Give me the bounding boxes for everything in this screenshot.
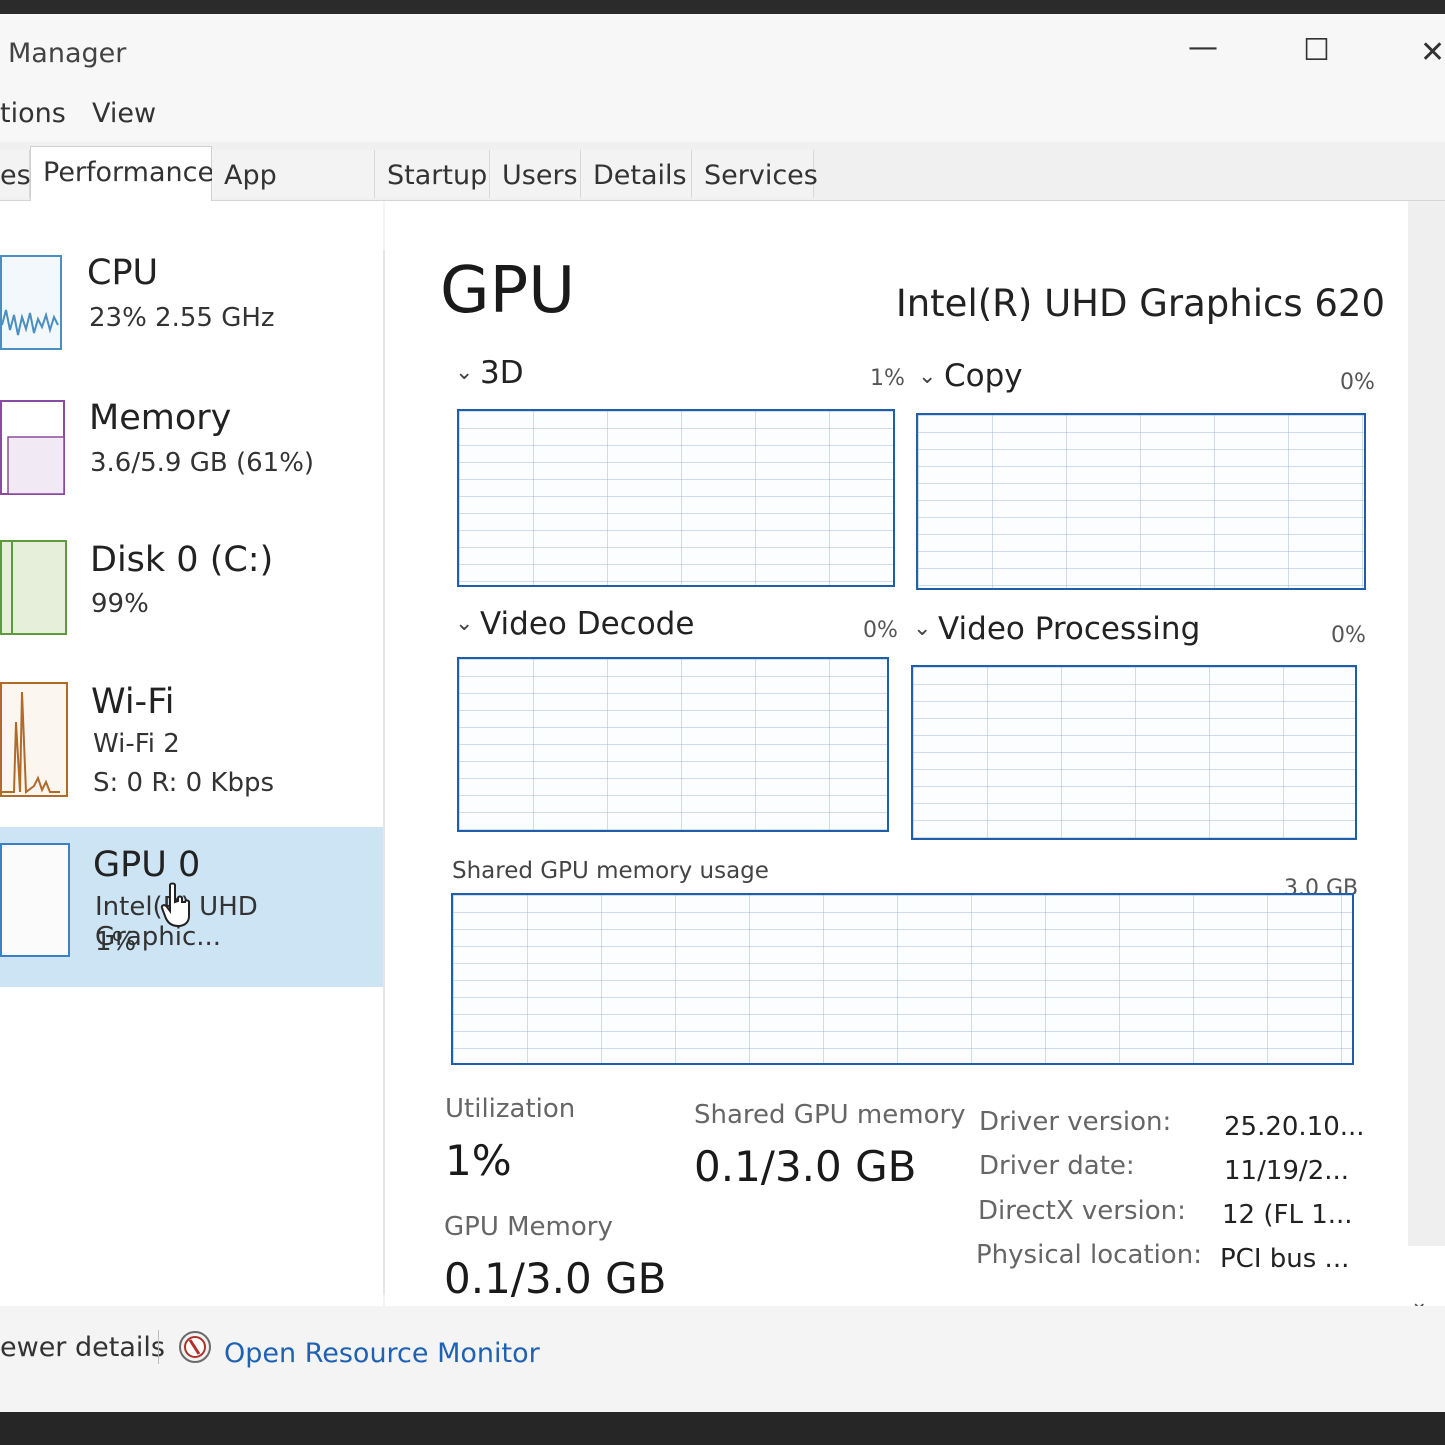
title-bar <box>0 14 1445 94</box>
vertical-scrollbar[interactable] <box>1408 201 1445 1246</box>
engine-3d-percent: 1% <box>870 366 905 391</box>
tab-app-history[interactable]: App history <box>212 150 375 243</box>
engine-video-processing-graph <box>911 665 1357 840</box>
chevron-down-icon[interactable]: ⌄ <box>918 364 936 389</box>
chevron-down-icon[interactable]: ⌄ <box>913 616 931 641</box>
shared-gpu-memory-value: 0.1/3.0 GB <box>694 1142 917 1191</box>
sidebar-disk-usage: 99% <box>91 589 149 619</box>
engine-copy-graph <box>916 413 1366 590</box>
tab-startup[interactable]: Startup <box>375 150 490 198</box>
sidebar-cpu-name: CPU <box>87 253 159 293</box>
sidebar-wifi-adapter: Wi-Fi 2 <box>93 729 180 759</box>
disk-thumbnail-graph <box>0 540 67 635</box>
chevron-down-icon[interactable]: ⌄ <box>455 360 473 385</box>
open-resource-monitor-link[interactable]: Open Resource Monitor <box>224 1338 540 1369</box>
engine-video-decode-label[interactable]: Video Decode <box>480 606 694 642</box>
engine-3d-label[interactable]: 3D <box>480 355 524 391</box>
driver-date-value: 11/19/2... <box>1224 1156 1350 1186</box>
shared-memory-graph <box>451 893 1354 1065</box>
engine-3d-graph <box>457 409 895 587</box>
close-button[interactable]: ✕ <box>1420 35 1445 70</box>
sidebar-item-memory[interactable]: Memory 3.6/5.9 GB (61%) <box>0 390 383 515</box>
engine-video-processing-percent: 0% <box>1331 623 1366 648</box>
sidebar-memory-usage: 3.6/5.9 GB (61%) <box>90 448 315 478</box>
menu-bar <box>0 94 1445 142</box>
shared-memory-graph-label: Shared GPU memory usage <box>452 858 769 884</box>
memory-thumbnail-graph <box>0 400 65 495</box>
footer-divider <box>158 1330 159 1364</box>
driver-version-value: 25.20.10... <box>1224 1112 1365 1142</box>
sidebar-cpu-usage: 23% 2.55 GHz <box>89 303 275 333</box>
driver-version-key: Driver version: <box>979 1107 1172 1137</box>
directx-version-value: 12 (FL 1... <box>1222 1200 1353 1230</box>
sidebar-wifi-name: Wi-Fi <box>91 682 175 722</box>
gpu-thumbnail-graph <box>0 843 70 957</box>
utilization-value: 1% <box>445 1136 512 1185</box>
sidebar-item-disk[interactable]: Disk 0 (C:) 99% <box>0 532 383 657</box>
gpu-memory-label: GPU Memory <box>444 1212 613 1242</box>
maximize-button[interactable]: ☐ <box>1303 33 1330 68</box>
menu-options[interactable]: tions <box>0 98 66 129</box>
directx-version-key: DirectX version: <box>978 1196 1186 1226</box>
physical-location-value: PCI bus ... <box>1220 1244 1350 1274</box>
sidebar-item-wifi[interactable]: Wi-Fi Wi-Fi 2 S: 0 R: 0 Kbps <box>0 672 383 812</box>
engine-video-decode-graph <box>457 657 889 832</box>
engine-copy-percent: 0% <box>1340 370 1375 395</box>
hand-cursor-icon <box>160 882 190 928</box>
engine-video-decode-percent: 0% <box>863 618 898 643</box>
sidebar-gpu-name: GPU 0 <box>93 845 201 885</box>
fewer-details-link[interactable]: ewer details <box>0 1332 165 1363</box>
physical-location-key: Physical location: <box>976 1240 1202 1270</box>
tab-details[interactable]: Details <box>581 150 692 198</box>
sidebar-memory-name: Memory <box>89 398 232 438</box>
utilization-label: Utilization <box>445 1094 576 1124</box>
sidebar-gpu-usage: 1% <box>95 927 137 957</box>
gpu-model-name: Intel(R) UHD Graphics 620 <box>895 282 1385 325</box>
chevron-down-icon[interactable]: ⌄ <box>455 611 473 636</box>
sidebar-wifi-throughput: S: 0 R: 0 Kbps <box>93 768 275 798</box>
menu-view[interactable]: View <box>92 98 156 129</box>
gpu-memory-value: 0.1/3.0 GB <box>444 1254 667 1303</box>
sidebar-gpu-model: Intel(R) UHD Graphic... <box>95 892 258 952</box>
sidebar-disk-name: Disk 0 (C:) <box>90 540 274 580</box>
screen-bezel <box>0 1412 1445 1445</box>
tab-performance[interactable]: Performance <box>30 146 214 202</box>
window-title: Manager <box>8 38 127 69</box>
tab-services[interactable]: Services <box>692 150 818 198</box>
tab-users[interactable]: Users <box>490 150 581 198</box>
engine-video-processing-label[interactable]: Video Processing <box>938 611 1200 647</box>
page-title: GPU <box>440 254 576 328</box>
minimize-button[interactable]: — <box>1188 30 1218 65</box>
cpu-thumbnail-graph <box>0 255 62 350</box>
wifi-thumbnail-graph <box>0 682 68 797</box>
resource-monitor-icon[interactable] <box>178 1330 212 1364</box>
shared-gpu-memory-label: Shared GPU memory <box>694 1100 966 1130</box>
sidebar-item-cpu[interactable]: CPU 23% 2.55 GHz <box>0 245 383 370</box>
tab-processes[interactable]: es <box>0 150 31 198</box>
engine-copy-label[interactable]: Copy <box>944 358 1023 394</box>
footer-bar <box>0 1306 1445 1412</box>
driver-date-key: Driver date: <box>979 1151 1135 1181</box>
